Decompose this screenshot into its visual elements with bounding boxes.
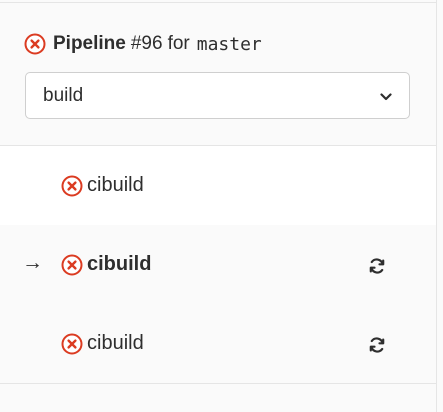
job-name[interactable]: cibuild: [87, 330, 144, 356]
job-name[interactable]: cibuild: [87, 251, 151, 277]
top-divider: [0, 2, 436, 3]
chevron-down-icon: [380, 93, 392, 101]
pipeline-number[interactable]: #96: [131, 33, 163, 55]
pipeline-for-text: for: [167, 33, 190, 54]
stage-dropdown[interactable]: build: [25, 72, 410, 119]
retry-icon[interactable]: [365, 333, 389, 357]
job-row-current[interactable]: → cibuild: [0, 225, 436, 305]
right-border: [436, 0, 437, 412]
stage-dropdown-value: build: [43, 84, 84, 106]
retry-icon[interactable]: [365, 254, 389, 278]
pipeline-sidebar: Pipeline #96 for master build cibuild → …: [0, 0, 443, 412]
current-job-arrow-icon: →: [22, 251, 43, 274]
list-divider: [0, 383, 436, 384]
pipeline-header: Pipeline #96 for master: [24, 30, 262, 58]
pipeline-label[interactable]: Pipeline: [53, 33, 126, 55]
job-row[interactable]: cibuild: [0, 146, 436, 225]
pipeline-ref[interactable]: master: [197, 34, 262, 55]
job-name[interactable]: cibuild: [87, 172, 144, 198]
status-failed-icon: [61, 175, 83, 197]
status-failed-icon[interactable]: [24, 33, 46, 55]
status-failed-icon: [61, 254, 83, 276]
status-failed-icon: [61, 333, 83, 355]
job-row[interactable]: cibuild: [0, 304, 436, 384]
